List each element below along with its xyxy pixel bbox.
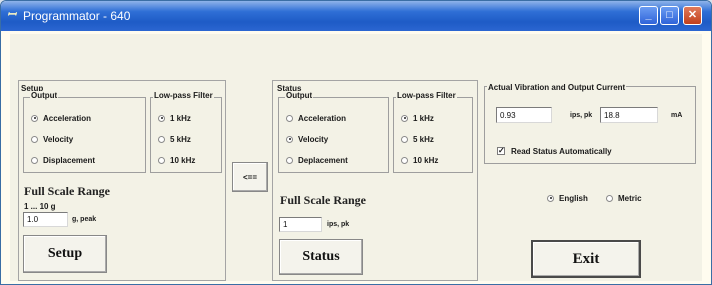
app-window: ꟷ Programmator - 640 _ □ ✕ Setup Output … [0,0,712,285]
radio-label: Velocity [298,134,329,144]
setup-full-scale-input[interactable] [23,212,68,227]
setup-full-scale-label: Full Scale Range [24,184,110,198]
radio-icon [401,135,408,143]
radio-label: Acceleration [298,113,347,123]
radio-icon [286,114,293,122]
radio-icon [158,156,165,164]
radio-label: 5 kHz [413,134,434,144]
setup-filter-1khz[interactable]: 1 kHz [158,112,191,124]
radio-icon [31,114,38,122]
status-output-deplacement[interactable]: Deplacement [286,154,348,166]
close-button[interactable]: ✕ [683,6,702,25]
setup-panel: Setup Output Acceleration Velocity Displ… [18,80,226,281]
actual-vibration-group: Actual Vibration and Output Current ips,… [484,83,696,164]
status-filter-5khz[interactable]: 5 kHz [401,133,434,145]
setup-filter-group: Low-pass Filter 1 kHz 5 kHz 10 kHz [150,91,222,173]
radio-label: 10 kHz [170,155,196,165]
setup-filter-legend: Low-pass Filter [153,91,214,100]
status-output-velocity[interactable]: Velocity [286,133,328,145]
radio-label: English [559,193,588,203]
current-unit-label: mA [671,112,683,119]
status-unit-label: ips, pk [327,221,350,228]
status-output-group: Output Acceleration Velocity Deplacement [278,91,389,173]
radio-icon [158,114,165,122]
minimize-button[interactable]: _ [639,6,658,25]
status-button[interactable]: Status [279,239,363,275]
status-filter-1khz[interactable]: 1 kHz [401,112,434,124]
radio-label: 5 kHz [170,134,191,144]
status-filter-group: Low-pass Filter 1 kHz 5 kHz 10 kHz [393,91,473,173]
radio-label: 10 kHz [413,155,439,165]
radio-label: Metric [618,193,642,203]
units-metric-radio[interactable]: Metric [606,192,642,204]
read-status-checkbox[interactable]: ✓ Read Status Automatically [497,145,612,157]
status-panel: Status Output Acceleration Velocity Depl… [272,80,478,281]
radio-label: 1 kHz [170,113,191,123]
radio-icon [606,194,613,202]
setup-button[interactable]: Setup [23,235,107,273]
units-english-radio[interactable]: English [547,192,588,204]
setup-unit-label: g, peak [72,216,97,223]
radio-label: 1 kHz [413,113,434,123]
vibration-unit-label: ips, pk [570,112,593,119]
status-full-scale-input[interactable] [279,217,322,232]
radio-label: Deplacement [298,155,348,165]
vibration-value-field[interactable] [496,107,552,123]
radio-label: Acceleration [43,113,92,123]
status-filter-10khz[interactable]: 10 kHz [401,154,438,166]
radio-icon [401,156,408,164]
setup-filter-10khz[interactable]: 10 kHz [158,154,195,166]
minimize-icon: _ [645,9,652,21]
maximize-button[interactable]: □ [660,6,679,25]
title-bar[interactable]: ꟷ Programmator - 640 _ □ ✕ [1,1,711,31]
radio-icon [547,194,554,202]
radio-icon [31,135,38,143]
setup-output-acceleration[interactable]: Acceleration [31,112,91,124]
radio-icon [286,135,293,143]
client-area: Setup Output Acceleration Velocity Displ… [10,34,702,281]
radio-icon [286,156,293,164]
status-output-acceleration[interactable]: Acceleration [286,112,346,124]
exit-button[interactable]: Exit [531,240,641,278]
close-icon: ✕ [687,9,698,21]
setup-filter-5khz[interactable]: 5 kHz [158,133,191,145]
status-filter-legend: Low-pass Filter [396,91,457,100]
radio-label: Velocity [43,134,74,144]
status-full-scale-label: Full Scale Range [280,193,366,207]
radio-label: Displacement [43,155,96,165]
read-status-label: Read Status Automatically [511,146,612,156]
setup-output-velocity[interactable]: Velocity [31,133,73,145]
status-output-legend: Output [285,91,314,100]
app-icon: ꟷ [7,9,16,21]
checkbox-check-icon: ✓ [497,146,505,155]
setup-output-displacement[interactable]: Displacement [31,154,95,166]
setup-output-legend: Output [30,91,59,100]
window-title: Programmator - 640 [23,9,131,23]
setup-range-hint: 1 ... 10 g [24,202,56,211]
radio-icon [401,114,408,122]
setup-output-group: Output Acceleration Velocity Displacemen… [23,91,146,173]
actual-vibration-legend: Actual Vibration and Output Current [487,83,627,92]
copy-status-to-setup-button[interactable]: <== [232,162,268,192]
maximize-icon: □ [666,9,673,21]
radio-icon [31,156,38,164]
current-value-field[interactable] [600,107,658,123]
radio-icon [158,135,165,143]
